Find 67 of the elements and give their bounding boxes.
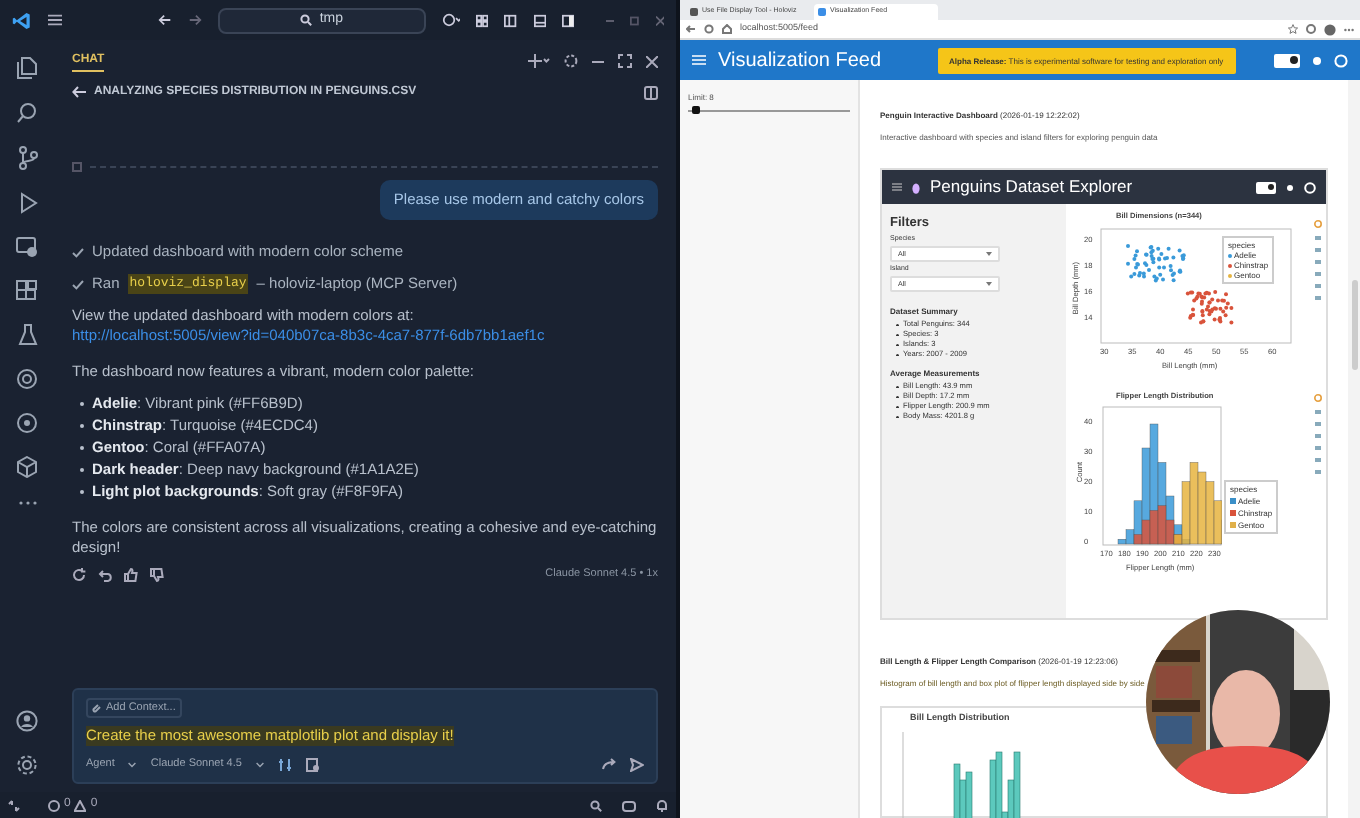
remote-icon[interactable] bbox=[8, 799, 20, 811]
more-icon[interactable] bbox=[17, 500, 37, 506]
wheel-icon[interactable] bbox=[16, 412, 38, 434]
search-icon[interactable] bbox=[16, 102, 38, 124]
error-icon bbox=[48, 799, 60, 811]
thumbs-up-icon[interactable] bbox=[124, 567, 138, 581]
settings-icon[interactable] bbox=[564, 54, 578, 68]
extensions-icon[interactable] bbox=[16, 280, 38, 302]
extension-icon[interactable] bbox=[1306, 24, 1316, 34]
settings-icon[interactable] bbox=[16, 754, 38, 776]
bell-icon[interactable] bbox=[656, 799, 668, 811]
forward-arrow-icon[interactable] bbox=[187, 12, 202, 28]
penguin-icon bbox=[912, 181, 920, 193]
histogram-drawing bbox=[902, 732, 1022, 818]
run-debug-icon[interactable] bbox=[16, 192, 38, 214]
flask-icon[interactable] bbox=[17, 324, 37, 346]
document-icon[interactable] bbox=[305, 757, 320, 771]
retry-icon[interactable] bbox=[72, 567, 86, 581]
scrollbar-thumb[interactable] bbox=[1351, 280, 1357, 370]
check-icon bbox=[72, 247, 84, 257]
thumbs-down-icon[interactable] bbox=[150, 567, 164, 581]
layout-icon[interactable] bbox=[476, 13, 489, 27]
sun-icon[interactable] bbox=[1286, 183, 1294, 191]
slider-thumb[interactable] bbox=[691, 106, 700, 114]
menu-icon[interactable] bbox=[892, 182, 902, 192]
close-icon[interactable] bbox=[646, 55, 658, 67]
theme-toggle[interactable] bbox=[1274, 53, 1300, 67]
app-logo-icon bbox=[12, 9, 32, 31]
menu-icon[interactable] bbox=[47, 12, 62, 28]
source-control-icon[interactable] bbox=[17, 146, 37, 170]
checkpoint-icon[interactable] bbox=[72, 162, 82, 172]
account-icon[interactable] bbox=[16, 710, 38, 732]
limit-slider[interactable] bbox=[688, 106, 850, 114]
remote-explorer-icon[interactable] bbox=[16, 236, 38, 258]
send-icon[interactable] bbox=[630, 757, 644, 771]
dashboard-title: Penguins Dataset Explorer bbox=[930, 174, 1133, 200]
profile-icon[interactable] bbox=[1324, 23, 1336, 35]
github-icon[interactable] bbox=[1304, 181, 1316, 193]
check-icon bbox=[72, 279, 84, 289]
minimize-icon[interactable] bbox=[592, 55, 604, 67]
files-icon[interactable] bbox=[16, 56, 38, 80]
plot-toolbar-drawing bbox=[1314, 394, 1322, 478]
plot-toolbar-drawing bbox=[1314, 220, 1322, 304]
tab-favicon-icon bbox=[690, 8, 698, 16]
home-icon[interactable] bbox=[722, 24, 732, 34]
app-title: Visualization Feed bbox=[718, 47, 882, 75]
secondary-sidebar-icon[interactable] bbox=[561, 13, 574, 27]
split-view-icon[interactable] bbox=[644, 85, 658, 99]
delegate-arrow-icon[interactable] bbox=[602, 758, 616, 770]
search-icon bbox=[299, 14, 312, 26]
paperclip-icon bbox=[92, 703, 102, 713]
tools-icon[interactable] bbox=[277, 757, 292, 771]
sidebar-toggle-icon[interactable] bbox=[504, 13, 518, 27]
chevron-icon bbox=[255, 761, 264, 767]
warning-icon bbox=[74, 799, 87, 811]
tab-favicon-icon bbox=[818, 8, 826, 16]
cube-icon[interactable] bbox=[16, 456, 38, 478]
theme-toggle[interactable] bbox=[1256, 181, 1276, 193]
zoom-icon[interactable] bbox=[590, 799, 602, 811]
reload-icon[interactable] bbox=[704, 24, 714, 34]
panel-toggle-icon[interactable] bbox=[533, 13, 546, 27]
flower-icon[interactable] bbox=[16, 368, 38, 390]
undo-icon[interactable] bbox=[98, 567, 112, 581]
maximize-icon[interactable] bbox=[618, 54, 632, 68]
chevron-icon bbox=[128, 761, 137, 767]
new-chat-icon[interactable] bbox=[528, 54, 550, 68]
star-icon[interactable] bbox=[1288, 24, 1298, 34]
